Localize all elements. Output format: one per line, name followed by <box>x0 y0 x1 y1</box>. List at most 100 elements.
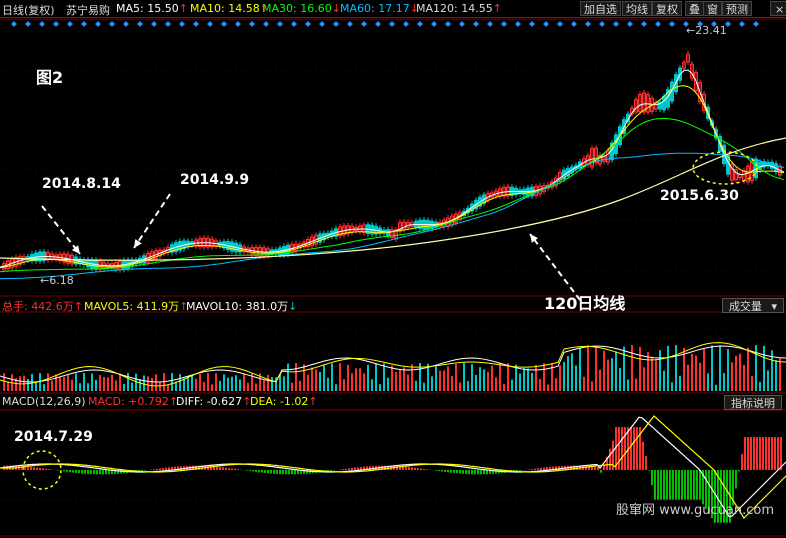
macd-histogram-bar <box>450 470 452 473</box>
macd-histogram-bar <box>480 470 482 475</box>
volume-bar <box>527 368 529 391</box>
volume-bar <box>443 370 445 391</box>
macd-histogram-bar <box>417 468 419 470</box>
macd-histogram-bar <box>771 437 773 470</box>
volume-bar <box>511 379 513 391</box>
macd-histogram-bar <box>156 468 158 470</box>
event-marker-icon <box>445 21 451 27</box>
indicator-selector[interactable]: 成交量 ▾ <box>722 298 784 313</box>
volume-bar <box>663 370 665 391</box>
macd-histogram-bar <box>285 470 287 475</box>
macd-histogram-bar <box>165 467 167 470</box>
macd-histogram-bar <box>600 470 602 473</box>
volume-bar <box>711 345 713 391</box>
volume-bar <box>603 350 605 391</box>
macd-histogram-bar <box>222 467 224 470</box>
macd-histogram-bar <box>759 437 761 470</box>
macd-histogram-bar <box>696 470 698 500</box>
indicator-help-button[interactable]: 指标说明 <box>724 395 782 410</box>
macd-histogram-bar <box>81 470 83 474</box>
volume-bar <box>195 378 197 391</box>
macd-histogram-bar <box>441 470 443 472</box>
macd-histogram-bar <box>264 470 266 473</box>
macd-histogram-bar <box>648 470 650 471</box>
volume-bar <box>483 369 485 391</box>
macd-histogram-bar <box>666 470 668 500</box>
macd-histogram-bar <box>633 427 635 470</box>
macd-histogram-bar <box>108 470 110 475</box>
volume-bar <box>279 374 281 391</box>
volume-bar <box>635 378 637 391</box>
macd-histogram-bar <box>774 437 776 470</box>
event-marker-icon <box>389 21 395 27</box>
volume-bar <box>223 374 225 391</box>
macd-histogram-bar <box>750 437 752 470</box>
volume-bar <box>115 380 117 391</box>
volume-bar <box>183 378 185 391</box>
diff-value: DIFF: -0.627↑ <box>176 395 252 408</box>
macd-histogram-bar <box>405 466 407 470</box>
macd-histogram-bar <box>348 468 350 470</box>
macd-histogram-bar <box>681 470 683 500</box>
volume-bar <box>451 376 453 391</box>
volume-bar <box>519 373 521 391</box>
volume-bar <box>759 382 761 391</box>
macd-histogram-bar <box>261 470 263 473</box>
volume-bar <box>151 378 153 391</box>
volume-bar <box>555 378 557 391</box>
volume-bar <box>367 364 369 391</box>
macd-histogram-bar <box>747 437 749 470</box>
dea-value: DEA: -1.02↑ <box>250 395 318 408</box>
macd-histogram-bar <box>741 454 743 470</box>
event-marker-icon <box>123 21 129 27</box>
volume-bar <box>659 350 661 391</box>
volume-bar <box>83 373 85 391</box>
volume-bar <box>447 366 449 391</box>
volume-bar <box>539 378 541 391</box>
macd-histogram-bar <box>543 467 545 470</box>
volume-bar <box>203 382 205 391</box>
macd-histogram-bar <box>531 469 533 470</box>
macd-histogram-bar <box>657 470 659 500</box>
macd-histogram-bar <box>162 468 164 470</box>
kline-chart[interactable] <box>0 0 786 538</box>
macd-histogram-bar <box>546 467 548 470</box>
volume-bar <box>435 366 437 391</box>
volume-bar <box>655 360 657 391</box>
volume-bar <box>631 345 633 391</box>
event-marker-icon <box>739 21 745 27</box>
volume-bar <box>371 379 373 391</box>
macd-histogram-bar <box>423 468 425 470</box>
watermark: 股窜网 www.gucuan.com <box>616 503 774 518</box>
macd-histogram-bar <box>282 470 284 475</box>
macd-histogram-bar <box>291 470 293 475</box>
volume-bar <box>131 382 133 391</box>
volume-bar <box>455 363 457 391</box>
macd-histogram-bar <box>42 468 44 470</box>
macd-histogram-bar <box>444 470 446 472</box>
macd-histogram-bar <box>159 468 161 470</box>
event-marker-icon <box>571 21 577 27</box>
macd-histogram-bar <box>408 467 410 470</box>
volume-bar <box>299 380 301 391</box>
volume-bar <box>739 353 741 391</box>
volume-bar <box>543 363 545 391</box>
event-marker-icon <box>641 21 647 27</box>
volume-bar <box>75 373 77 391</box>
macd-histogram-bar <box>27 466 29 470</box>
macd-histogram-bar <box>687 470 689 500</box>
macd-histogram-bar <box>621 427 623 470</box>
volume-bar <box>523 368 525 391</box>
macd-histogram-bar <box>642 441 644 470</box>
macd-histogram-bar <box>75 470 77 473</box>
event-marker-icon <box>613 21 619 27</box>
volume-bar <box>383 363 385 391</box>
event-marker-icon <box>179 21 185 27</box>
volume-bar <box>71 379 73 391</box>
event-marker-icon <box>473 21 479 27</box>
event-marker-icon <box>319 21 325 27</box>
volume-bar <box>207 373 209 391</box>
volume-bar <box>303 364 305 391</box>
volume-bar <box>775 360 777 391</box>
volume-bar <box>323 365 325 391</box>
